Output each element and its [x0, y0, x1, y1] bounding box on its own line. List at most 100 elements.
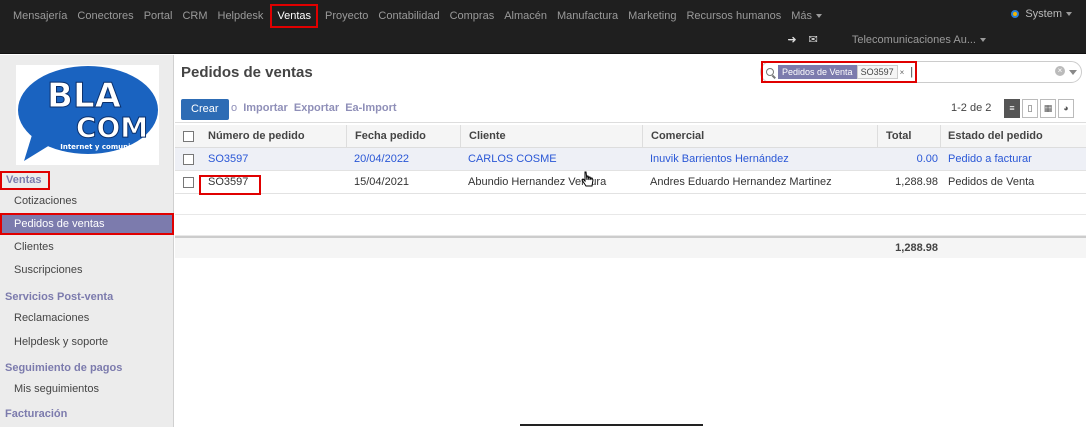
app-menu: Mensajería Conectores Portal CRM Helpdes…: [8, 0, 827, 32]
search-icon: [766, 68, 774, 76]
menu-conectores[interactable]: Conectores: [72, 7, 138, 25]
systray: ➜ ✉ Telecomunicaciones Au...: [787, 33, 986, 46]
clear-icon[interactable]: ×: [1055, 66, 1065, 76]
hand-cursor-icon: [581, 171, 594, 187]
order-state: Pedido a facturar: [948, 153, 1032, 165]
sidebar-section-ventas: Ventas: [0, 171, 50, 190]
grand-total: 1,288.98: [895, 242, 938, 254]
sidebar: BLA COM Internet y comunicación Ventas C…: [0, 55, 174, 427]
table-footer: 1,288.98: [175, 236, 1086, 258]
scrollbar[interactable]: [520, 424, 703, 426]
col-order-number[interactable]: Número de pedido: [208, 125, 305, 148]
sidebar-section-post-venta: Servicios Post-venta: [5, 291, 114, 303]
logout-icon[interactable]: ➜: [787, 33, 796, 46]
salesperson: Inuvik Barrientos Hernández: [650, 153, 789, 165]
empty-row: [175, 215, 1086, 236]
company-logo: BLA COM Internet y comunicación: [16, 65, 159, 165]
table-row[interactable]: SO3597 15/04/2021 Abundio Hernandez Vent…: [175, 171, 1086, 195]
order-number: SO3597: [208, 176, 249, 188]
company-name: Telecomunicaciones Au...: [851, 33, 976, 46]
ea-import-link[interactable]: Ea-Import: [345, 102, 396, 114]
select-all-checkbox[interactable]: [183, 131, 194, 142]
mail-icon[interactable]: ✉: [809, 33, 818, 46]
sidebar-item-mis-seguimientos[interactable]: Mis seguimientos: [0, 378, 174, 400]
sidebar-item-reclamaciones[interactable]: Reclamaciones: [0, 307, 174, 329]
menu-helpdesk[interactable]: Helpdesk: [213, 7, 269, 25]
empty-row: [175, 194, 1086, 215]
sidebar-item-suscripciones[interactable]: Suscripciones: [0, 259, 174, 281]
logo-text-line1: BLA: [47, 76, 122, 116]
menu-mas[interactable]: Más: [786, 7, 827, 25]
user-name: System: [1025, 8, 1062, 20]
main-content: Pedidos de ventas Pedidos de Venta SO359…: [175, 55, 1086, 427]
chevron-down-icon: [980, 37, 986, 42]
menu-ventas[interactable]: Ventas: [270, 4, 318, 28]
search-facets-box: Pedidos de Venta SO3597 × |: [761, 61, 917, 83]
form-view-icon[interactable]: ▯: [1022, 99, 1038, 118]
client: CARLOS COSME: [468, 153, 557, 165]
control-panel: Pedidos de ventas Pedidos de Venta SO359…: [175, 55, 1086, 123]
facet-value: SO3597: [856, 65, 898, 79]
export-link[interactable]: Exportar: [294, 102, 339, 114]
sidebar-section-facturacion: Facturación: [5, 408, 68, 420]
chevron-down-icon: [1066, 12, 1072, 16]
view-switcher: ≡ ▯ ▦ ◕: [1004, 99, 1074, 118]
menu-compras[interactable]: Compras: [445, 7, 500, 25]
order-date: 20/04/2022: [354, 153, 410, 165]
sidebar-item-cotizaciones[interactable]: Cotizaciones: [0, 190, 174, 212]
calendar-view-icon[interactable]: ▦: [1040, 99, 1056, 118]
menu-recursos-humanos[interactable]: Recursos humanos: [681, 7, 786, 25]
facet-category: Pedidos de Venta: [778, 65, 857, 79]
total: 1,288.98: [895, 176, 938, 188]
row-checkbox[interactable]: [183, 177, 194, 188]
sidebar-item-pedidos-de-ventas[interactable]: Pedidos de ventas: [0, 213, 174, 235]
salesperson: Andres Eduardo Hernandez Martinez: [650, 176, 832, 188]
list-view-icon[interactable]: ≡: [1004, 99, 1020, 118]
top-navbar: Mensajería Conectores Portal CRM Helpdes…: [0, 0, 1086, 54]
import-link[interactable]: Importar: [243, 102, 288, 114]
table-row[interactable]: SO3597 20/04/2022 CARLOS COSME Inuvik Ba…: [175, 148, 1086, 171]
menu-contabilidad[interactable]: Contabilidad: [373, 7, 444, 25]
chevron-down-icon[interactable]: [1069, 70, 1077, 75]
order-date: 15/04/2021: [354, 176, 410, 188]
order-state: Pedidos de Venta: [948, 176, 1035, 188]
logo-text-line2: COM: [76, 111, 148, 144]
menu-manufactura[interactable]: Manufactura: [552, 7, 623, 25]
page-title: Pedidos de ventas: [181, 64, 313, 81]
search-input[interactable]: |: [910, 66, 913, 78]
graph-view-icon[interactable]: ◕: [1058, 99, 1074, 118]
action-links: o Importar Exportar Ea-Import: [231, 102, 400, 114]
menu-proyecto[interactable]: Proyecto: [320, 7, 373, 25]
order-number: SO3597: [208, 153, 249, 165]
menu-marketing[interactable]: Marketing: [623, 7, 681, 25]
menu-almacen[interactable]: Almacén: [499, 7, 552, 25]
col-order-date[interactable]: Fecha pedido: [346, 125, 426, 148]
sidebar-item-helpdesk[interactable]: Helpdesk y soporte: [0, 331, 174, 353]
or-text: o: [231, 102, 238, 114]
search-bar[interactable]: Pedidos de Venta SO3597 × | ×: [760, 61, 1082, 83]
user-menu[interactable]: System: [1011, 8, 1072, 20]
menu-portal[interactable]: Portal: [139, 7, 178, 25]
col-salesperson[interactable]: Comercial: [642, 125, 704, 148]
table-header: Número de pedido Fecha pedido Cliente Co…: [175, 125, 1086, 148]
orders-table: Número de pedido Fecha pedido Cliente Co…: [175, 125, 1086, 258]
search-facet[interactable]: Pedidos de Venta SO3597 ×: [778, 65, 904, 79]
company-switcher[interactable]: Telecomunicaciones Au...: [852, 34, 986, 46]
col-state[interactable]: Estado del pedido: [940, 125, 1043, 148]
sidebar-section-seguimiento: Seguimiento de pagos: [5, 362, 123, 374]
user-avatar-icon: [1011, 10, 1020, 18]
sidebar-item-clientes[interactable]: Clientes: [0, 236, 174, 258]
menu-mas-label: Más: [791, 10, 813, 22]
close-icon[interactable]: ×: [900, 68, 905, 77]
row-checkbox[interactable]: [183, 154, 194, 165]
menu-crm[interactable]: CRM: [177, 7, 212, 25]
menu-mensajeria[interactable]: Mensajería: [8, 7, 72, 25]
logo-tagline: Internet y comunicación: [60, 143, 155, 151]
pager[interactable]: 1-2 de 2: [951, 102, 991, 114]
blacom-logo-icon: BLA COM Internet y comunicación: [18, 66, 158, 161]
chevron-down-icon: [816, 14, 823, 19]
create-button[interactable]: Crear: [181, 99, 229, 120]
col-total[interactable]: Total: [877, 125, 911, 148]
col-client[interactable]: Cliente: [460, 125, 506, 148]
total: 0.00: [916, 153, 938, 165]
